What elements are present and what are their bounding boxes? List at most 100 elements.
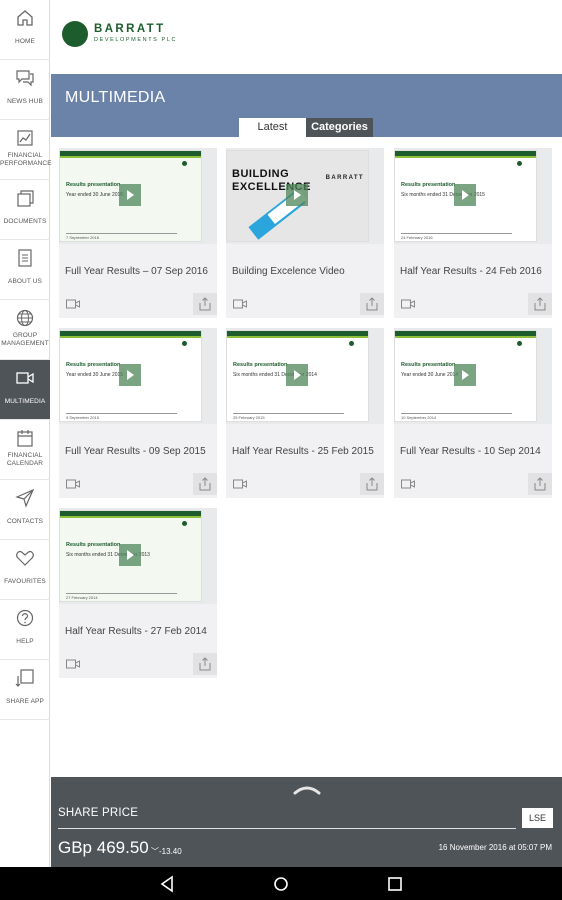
video-camera-icon	[66, 659, 80, 669]
sidebar-item-group-management[interactable]: GROUP MANAGEMENT	[0, 300, 50, 360]
video-card[interactable]: Results presentation Year ended 30 June …	[59, 148, 217, 318]
video-title: Building Excelence Video	[232, 266, 345, 277]
sidebar-item-help[interactable]: HELP	[0, 600, 50, 660]
slide-date: 10 September 2014	[401, 415, 437, 420]
share-button[interactable]	[193, 473, 217, 495]
slide-brand: BARRATT	[325, 175, 364, 181]
slide-title: Results presentation	[66, 182, 121, 188]
page-icon	[15, 248, 35, 268]
share-button[interactable]	[193, 293, 217, 315]
sidebar-item-label: SHARE APP	[6, 698, 44, 705]
share-button[interactable]	[193, 653, 217, 675]
page-header: MULTIMEDIA Latest Categories	[51, 74, 562, 137]
share-price-value: GBp 469.50	[58, 838, 149, 857]
slide-title: Results presentation	[401, 362, 456, 368]
play-icon[interactable]	[119, 184, 141, 206]
play-icon[interactable]	[454, 364, 476, 386]
video-thumbnail[interactable]: Results presentation Six months ended 31…	[59, 508, 217, 604]
slide-date: 9 September 2015	[66, 415, 99, 420]
slide-subtitle: Year ended 30 June 2015	[66, 372, 124, 378]
logo-tree-icon	[62, 21, 88, 47]
video-card[interactable]: Results presentation Six months ended 31…	[59, 508, 217, 678]
sidebar-item-favourites[interactable]: FAVOURITES	[0, 540, 50, 600]
video-thumbnail[interactable]: Results presentation Year ended 30 June …	[59, 148, 217, 244]
divider	[58, 828, 516, 829]
price-change-value: -13.40	[159, 847, 182, 856]
sidebar-item-label: HELP	[16, 638, 34, 645]
video-thumbnail[interactable]: Results presentation Year ended 30 June …	[59, 328, 217, 424]
video-camera-icon	[401, 299, 415, 309]
video-title: Half Year Results - 25 Feb 2015	[232, 446, 374, 457]
sidebar-item-multimedia[interactable]: MULTIMEDIA	[0, 360, 50, 420]
sidebar-item-label: HOME	[15, 38, 35, 45]
calendar-icon	[15, 428, 35, 448]
share-button[interactable]	[528, 293, 552, 315]
sidebar-item-documents[interactable]: DOCUMENTS	[0, 180, 50, 240]
slide-title: Results presentation	[401, 182, 456, 188]
recents-icon[interactable]	[386, 875, 404, 893]
sidebar-item-label: GROUP MANAGEMENT	[1, 332, 49, 347]
expand-handle-icon[interactable]	[293, 785, 321, 795]
share-icon	[534, 477, 546, 491]
video-card[interactable]: Results presentation Year ended 30 June …	[394, 328, 552, 498]
share-button[interactable]	[360, 473, 384, 495]
chat-icon	[15, 68, 35, 88]
slide-subtitle: Year ended 30 June 2014	[401, 372, 459, 378]
tab-latest[interactable]: Latest	[239, 118, 306, 137]
slide-title: Results presentation	[66, 362, 121, 368]
video-thumbnail[interactable]: Results presentation Year ended 30 June …	[394, 328, 552, 424]
video-title: Half Year Results - 27 Feb 2014	[65, 626, 207, 637]
sidebar-item-financial-calendar[interactable]: FINANCIAL CALENDAR	[0, 420, 50, 480]
sidebar-item-share-app[interactable]: SHARE APP	[0, 660, 50, 720]
page-title: MULTIMEDIA	[65, 89, 166, 106]
slide-date: 25 February 2015	[233, 415, 265, 420]
video-title: Half Year Results - 24 Feb 2016	[400, 266, 542, 277]
sidebar-item-label: FINANCIAL PERFORMANCE	[0, 152, 52, 167]
video-camera-icon	[233, 299, 247, 309]
home-icon	[15, 8, 35, 28]
tab-bar: Latest Categories	[239, 118, 373, 137]
slide-title: Results presentation	[66, 542, 121, 548]
video-camera-icon	[233, 479, 247, 489]
heart-icon	[15, 548, 35, 568]
exchange-button[interactable]: LSE	[522, 808, 553, 828]
app-root: HOME NEWS HUB FINANCIAL PERFORMANCE DOCU…	[0, 0, 562, 900]
sidebar-item-about-us[interactable]: ABOUT US	[0, 240, 50, 300]
play-icon[interactable]	[119, 544, 141, 566]
play-icon[interactable]	[119, 364, 141, 386]
video-card[interactable]: Results presentation Six months ended 31…	[226, 328, 384, 498]
share-price-label: SHARE PRICE	[58, 807, 139, 819]
home-button-icon[interactable]	[272, 875, 290, 893]
system-nav-bar	[0, 867, 562, 900]
sidebar-item-label: ABOUT US	[8, 278, 42, 285]
video-card[interactable]: Results presentation Six months ended 31…	[394, 148, 552, 318]
sidebar-item-news-hub[interactable]: NEWS HUB	[0, 60, 50, 120]
share-icon	[199, 477, 211, 491]
tab-categories[interactable]: Categories	[306, 118, 373, 137]
brand-logo[interactable]: BARRATT DEVELOPMENTS PLC	[62, 20, 182, 50]
slide-date: 7 September 2016	[66, 235, 99, 240]
share-icon	[366, 477, 378, 491]
video-title: Full Year Results - 09 Sep 2015	[65, 446, 206, 457]
share-icon	[199, 657, 211, 671]
sidebar-item-contacts[interactable]: CONTACTS	[0, 480, 50, 540]
video-title: Full Year Results - 10 Sep 2014	[400, 446, 541, 457]
sidebar-item-label: FINANCIAL CALENDAR	[6, 452, 44, 467]
video-title: Full Year Results – 07 Sep 2016	[65, 266, 208, 277]
price-change: ﹀-13.40	[151, 846, 182, 857]
sidebar-item-home[interactable]: HOME	[0, 0, 50, 60]
share-button[interactable]	[528, 473, 552, 495]
video-card[interactable]: BUILDING EXCELLENCE BARRATT Building Exce…	[226, 148, 384, 318]
play-icon[interactable]	[454, 184, 476, 206]
brand-tagline: DEVELOPMENTS PLC	[94, 37, 178, 43]
share-button[interactable]	[360, 293, 384, 315]
back-icon[interactable]	[158, 875, 176, 893]
play-icon[interactable]	[286, 364, 308, 386]
video-icon	[15, 368, 35, 388]
sidebar-item-financial-performance[interactable]: FINANCIAL PERFORMANCE	[0, 120, 52, 180]
video-thumbnail[interactable]: BUILDING EXCELLENCE BARRATT	[226, 148, 384, 244]
video-thumbnail[interactable]: Results presentation Six months ended 31…	[394, 148, 552, 244]
video-thumbnail[interactable]: Results presentation Six months ended 31…	[226, 328, 384, 424]
play-icon[interactable]	[286, 184, 308, 206]
video-card[interactable]: Results presentation Year ended 30 June …	[59, 328, 217, 498]
